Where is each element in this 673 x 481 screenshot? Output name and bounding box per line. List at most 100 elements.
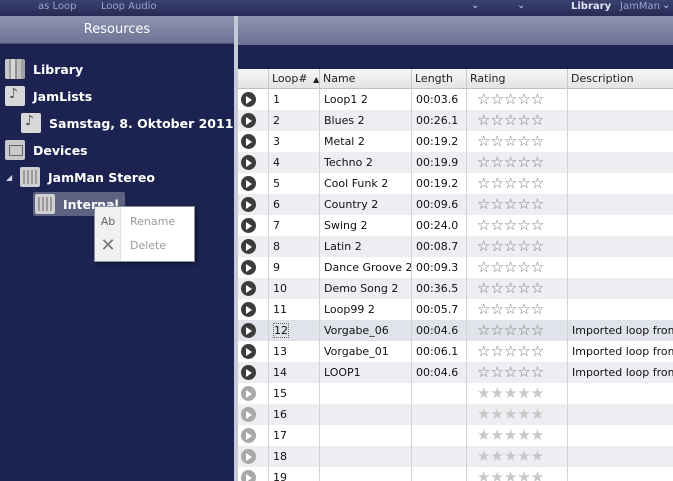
loop-name[interactable] — [320, 383, 412, 404]
header-description[interactable]: Description — [568, 69, 673, 89]
rating-cell[interactable]: ★★★★★ — [467, 446, 568, 467]
play-icon[interactable] — [241, 470, 256, 481]
loop-description[interactable] — [568, 152, 673, 173]
loop-description[interactable] — [568, 467, 673, 481]
rating-cell[interactable]: ★★★★★ — [467, 425, 568, 446]
loop-description[interactable] — [568, 194, 673, 215]
loop-name[interactable]: Vorgabe_06 — [320, 320, 412, 341]
loop-description[interactable]: Imported loop from . — [568, 320, 673, 341]
rating-cell[interactable]: ☆☆☆☆☆ — [467, 320, 568, 341]
rating-stars-icon[interactable]: ★★★★★ — [477, 384, 544, 402]
table-row[interactable]: 3 Metal 2 00:19.2 ☆☆☆☆☆ — [238, 131, 673, 152]
header-name[interactable]: Name — [320, 69, 412, 89]
rating-stars-icon[interactable]: ☆☆☆☆☆ — [477, 363, 544, 381]
table-row[interactable]: 2 Blues 2 00:26.1 ☆☆☆☆☆ — [238, 110, 673, 131]
loop-name[interactable]: Blues 2 — [320, 110, 412, 131]
rating-stars-icon[interactable]: ☆☆☆☆☆ — [477, 132, 544, 150]
loop-description[interactable] — [568, 131, 673, 152]
rating-stars-icon[interactable]: ☆☆☆☆☆ — [477, 279, 544, 297]
loop-name[interactable]: Techno 2 — [320, 152, 412, 173]
table-row[interactable]: 15 ★★★★★ — [238, 383, 673, 404]
rating-stars-icon[interactable]: ☆☆☆☆☆ — [477, 237, 544, 255]
toolbar-loop-audio[interactable]: Loop Audio — [101, 1, 157, 12]
table-row[interactable]: 18 ★★★★★ — [238, 446, 673, 467]
rating-cell[interactable]: ☆☆☆☆☆ — [467, 215, 568, 236]
loop-description[interactable] — [568, 404, 673, 425]
table-row[interactable]: 10 Demo Song 2 00:36.5 ☆☆☆☆☆ — [238, 278, 673, 299]
loop-description[interactable] — [568, 446, 673, 467]
loop-name[interactable] — [320, 467, 412, 481]
table-row[interactable]: 5 Cool Funk 2 00:19.2 ☆☆☆☆☆ — [238, 173, 673, 194]
loop-description[interactable] — [568, 236, 673, 257]
rating-cell[interactable]: ★★★★★ — [467, 467, 568, 481]
loop-name[interactable]: Demo Song 2 — [320, 278, 412, 299]
play-icon[interactable] — [241, 134, 256, 149]
toolbar-save-as-loop[interactable]: as Loop — [38, 1, 77, 12]
loop-name[interactable] — [320, 446, 412, 467]
header-loop-number[interactable]: Loop# ▲ — [269, 69, 320, 89]
loop-name[interactable]: Metal 2 — [320, 131, 412, 152]
header-rating[interactable]: Rating — [467, 69, 568, 89]
loop-description[interactable] — [568, 215, 673, 236]
chevron-down-icon[interactable]: ⌄ — [471, 0, 479, 11]
rating-stars-icon[interactable]: ☆☆☆☆☆ — [477, 90, 544, 108]
rating-stars-icon[interactable]: ★★★★★ — [477, 405, 544, 423]
loop-name[interactable]: Swing 2 — [320, 215, 412, 236]
loop-description[interactable]: Imported loop from . — [568, 341, 673, 362]
rating-stars-icon[interactable]: ★★★★★ — [477, 447, 544, 465]
play-icon[interactable] — [241, 281, 256, 296]
expand-arrow-icon[interactable]: ◢ — [6, 173, 12, 182]
play-icon[interactable] — [241, 344, 256, 359]
table-row[interactable]: 1 Loop1 2 00:03.6 ☆☆☆☆☆ — [238, 89, 673, 110]
tree-item-jamlists[interactable]: JamLists — [5, 84, 92, 108]
tree-item-jamman-stereo[interactable]: JamMan Stereo — [20, 165, 155, 189]
rating-cell[interactable]: ☆☆☆☆☆ — [467, 89, 568, 110]
tree-item-library[interactable]: Library — [5, 57, 83, 81]
chevron-down-icon[interactable]: ⌄ — [517, 0, 525, 11]
table-row[interactable]: 16 ★★★★★ — [238, 404, 673, 425]
loop-name[interactable]: Latin 2 — [320, 236, 412, 257]
play-icon[interactable] — [241, 449, 256, 464]
loop-description[interactable] — [568, 425, 673, 446]
rating-stars-icon[interactable]: ☆☆☆☆☆ — [477, 258, 544, 276]
loop-name[interactable]: Country 2 — [320, 194, 412, 215]
table-row[interactable]: 13 Vorgabe_01 00:06.1 ☆☆☆☆☆ Imported loop fr… — [238, 341, 673, 362]
loop-name[interactable]: Cool Funk 2 — [320, 173, 412, 194]
rating-cell[interactable]: ☆☆☆☆☆ — [467, 299, 568, 320]
rating-cell[interactable]: ★★★★★ — [467, 404, 568, 425]
rating-cell[interactable]: ☆☆☆☆☆ — [467, 152, 568, 173]
play-icon[interactable] — [241, 302, 256, 317]
table-row[interactable]: 19 ★★★★★ — [238, 467, 673, 481]
table-row[interactable]: 6 Country 2 00:09.6 ☆☆☆☆☆ — [238, 194, 673, 215]
loop-name[interactable]: Dance Groove 2 — [320, 257, 412, 278]
rating-cell[interactable]: ☆☆☆☆☆ — [467, 362, 568, 383]
rating-stars-icon[interactable]: ☆☆☆☆☆ — [477, 321, 544, 339]
chevron-down-icon[interactable]: ⌄ — [662, 0, 670, 11]
play-icon[interactable] — [241, 155, 256, 170]
rating-cell[interactable]: ☆☆☆☆☆ — [467, 278, 568, 299]
play-icon[interactable] — [241, 407, 256, 422]
rating-cell[interactable]: ☆☆☆☆☆ — [467, 194, 568, 215]
rating-stars-icon[interactable]: ★★★★★ — [477, 426, 544, 444]
rating-cell[interactable]: ☆☆☆☆☆ — [467, 131, 568, 152]
rating-stars-icon[interactable]: ☆☆☆☆☆ — [477, 153, 544, 171]
rating-stars-icon[interactable]: ★★★★★ — [477, 468, 544, 481]
loop-name[interactable] — [320, 425, 412, 446]
table-row[interactable]: 17 ★★★★★ — [238, 425, 673, 446]
loop-description[interactable] — [568, 89, 673, 110]
play-icon[interactable] — [241, 260, 256, 275]
loop-name[interactable]: Vorgabe_01 — [320, 341, 412, 362]
table-row[interactable]: 8 Latin 2 00:08.7 ☆☆☆☆☆ — [238, 236, 673, 257]
rating-stars-icon[interactable]: ☆☆☆☆☆ — [477, 342, 544, 360]
loop-name[interactable]: Loop1 2 — [320, 89, 412, 110]
rating-cell[interactable]: ☆☆☆☆☆ — [467, 341, 568, 362]
table-row[interactable]: 4 Techno 2 00:19.9 ☆☆☆☆☆ — [238, 152, 673, 173]
rating-cell[interactable]: ☆☆☆☆☆ — [467, 173, 568, 194]
play-icon[interactable] — [241, 239, 256, 254]
header-length[interactable]: Length — [412, 69, 467, 89]
table-row[interactable]: 12 Vorgabe_06 00:04.6 ☆☆☆☆☆ Imported loop fr… — [238, 320, 673, 341]
play-icon[interactable] — [241, 323, 256, 338]
loop-description[interactable] — [568, 173, 673, 194]
loop-name[interactable]: Loop99 2 — [320, 299, 412, 320]
play-icon[interactable] — [241, 113, 256, 128]
